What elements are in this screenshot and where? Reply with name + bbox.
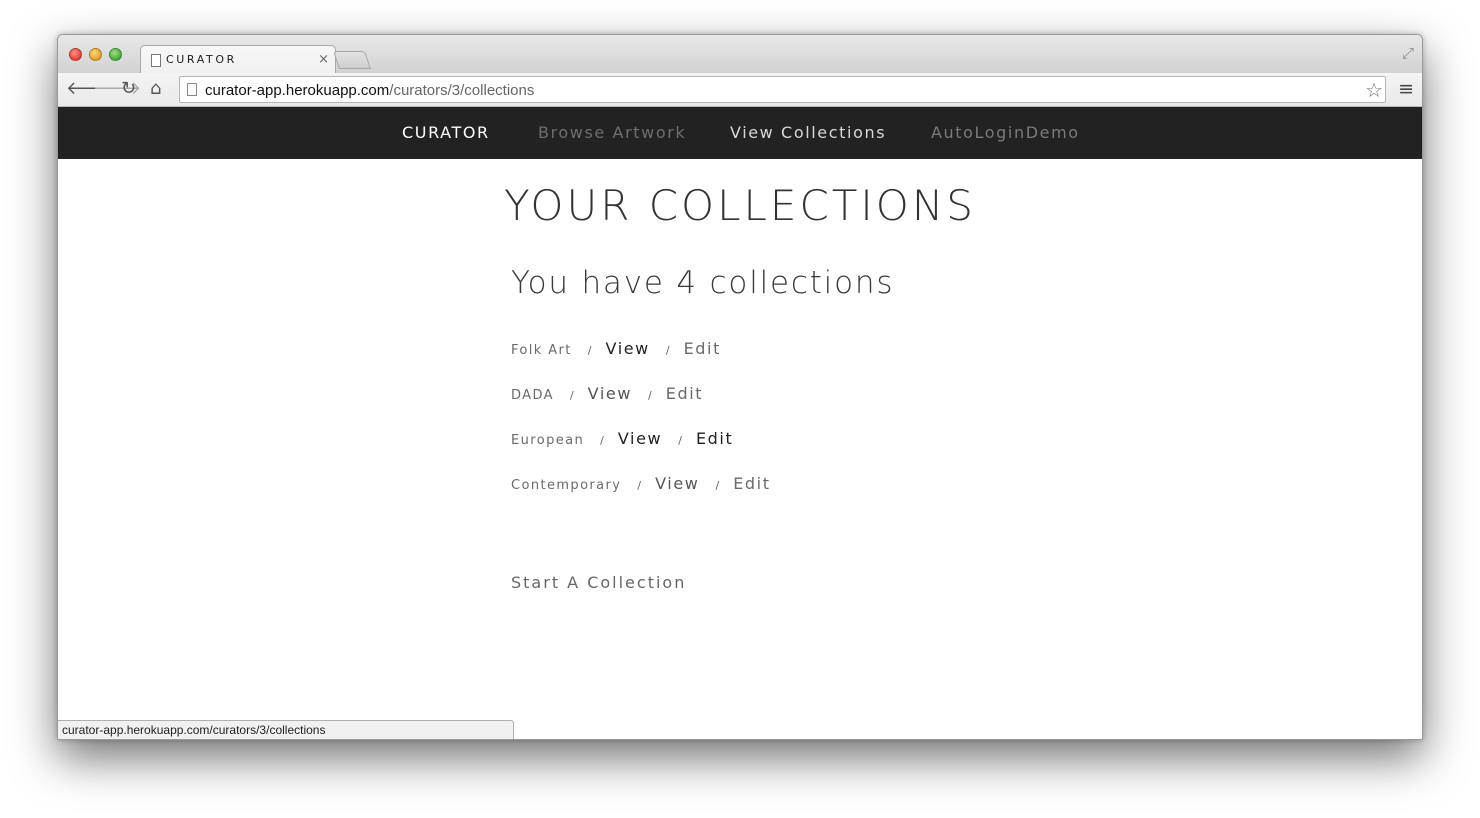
status-bar-url: curator-app.herokuapp.com/curators/3/col… bbox=[58, 720, 514, 739]
browser-toolbar: 🡐 🡒 ↻ ⌂ curator-app.herokuapp.com/curato… bbox=[58, 73, 1422, 107]
collection-name: Folk Art bbox=[511, 343, 572, 358]
collection-list: Folk Art / View / Edit DADA / View / Edi… bbox=[511, 339, 771, 519]
nav-view-collections[interactable]: View Collections bbox=[730, 123, 886, 142]
url-host: curator-app.herokuapp.com bbox=[205, 82, 390, 99]
page-title: YOUR COLLECTIONS bbox=[504, 181, 976, 230]
separator: / bbox=[587, 344, 592, 357]
separator: / bbox=[600, 434, 604, 447]
view-collection-link[interactable]: View bbox=[606, 339, 650, 358]
separator: / bbox=[569, 389, 574, 402]
edit-collection-link[interactable]: Edit bbox=[684, 339, 721, 358]
main-content: YOUR COLLECTIONS You have 4 collections … bbox=[58, 159, 1422, 721]
tab-title: CURATOR bbox=[166, 53, 237, 66]
title-bar: CURATOR × ⤢ bbox=[58, 35, 1422, 74]
separator: / bbox=[637, 479, 642, 492]
browser-tab[interactable]: CURATOR × bbox=[140, 45, 336, 74]
page-icon bbox=[187, 83, 197, 96]
view-collection-link[interactable]: View bbox=[588, 384, 632, 403]
home-icon[interactable]: ⌂ bbox=[150, 79, 161, 99]
bookmark-star-icon[interactable]: ☆ bbox=[1365, 78, 1383, 102]
list-item: Contemporary / View / Edit bbox=[511, 474, 771, 519]
start-collection-link[interactable]: Start A Collection bbox=[511, 573, 686, 592]
nav-autologin-demo[interactable]: AutoLoginDemo bbox=[931, 123, 1080, 142]
maximize-window-icon[interactable] bbox=[109, 48, 122, 61]
list-item: European / View / Edit bbox=[511, 429, 771, 474]
close-window-icon[interactable] bbox=[69, 48, 82, 61]
site-navbar: CURATOR Browse Artwork View Collections … bbox=[58, 107, 1422, 159]
view-collection-link[interactable]: View bbox=[618, 429, 662, 448]
edit-collection-link[interactable]: Edit bbox=[666, 384, 703, 403]
separator: / bbox=[665, 344, 670, 357]
tab-close-icon[interactable]: × bbox=[318, 52, 329, 67]
nav-browse-artwork[interactable]: Browse Artwork bbox=[538, 123, 686, 142]
list-item: Folk Art / View / Edit bbox=[511, 339, 771, 384]
minimize-window-icon[interactable] bbox=[89, 48, 102, 61]
browser-window: CURATOR × ⤢ 🡐 🡒 ↻ ⌂ curator-app.herokuap… bbox=[57, 34, 1423, 740]
list-item: DADA / View / Edit bbox=[511, 384, 771, 429]
separator: / bbox=[678, 434, 682, 447]
collection-name: European bbox=[511, 433, 585, 448]
url-path: /curators/3/collections bbox=[389, 82, 535, 99]
separator: / bbox=[715, 479, 720, 492]
edit-collection-link[interactable]: Edit bbox=[733, 474, 770, 493]
reload-icon[interactable]: ↻ bbox=[121, 79, 136, 99]
brand-link[interactable]: CURATOR bbox=[402, 123, 490, 142]
collection-count-heading: You have 4 collections bbox=[511, 265, 895, 301]
collection-name: Contemporary bbox=[511, 478, 622, 493]
url-text: curator-app.herokuapp.com/curators/3/col… bbox=[205, 82, 534, 99]
edit-collection-link[interactable]: Edit bbox=[696, 429, 733, 448]
menu-icon[interactable]: ≡ bbox=[1398, 78, 1414, 100]
separator: / bbox=[648, 389, 652, 402]
collection-name: DADA bbox=[511, 388, 554, 403]
page-icon bbox=[151, 54, 161, 67]
address-bar[interactable]: curator-app.herokuapp.com/curators/3/col… bbox=[179, 76, 1386, 103]
view-collection-link[interactable]: View bbox=[655, 474, 699, 493]
new-tab-button[interactable] bbox=[333, 51, 371, 69]
fullscreen-icon[interactable]: ⤢ bbox=[1402, 44, 1414, 62]
